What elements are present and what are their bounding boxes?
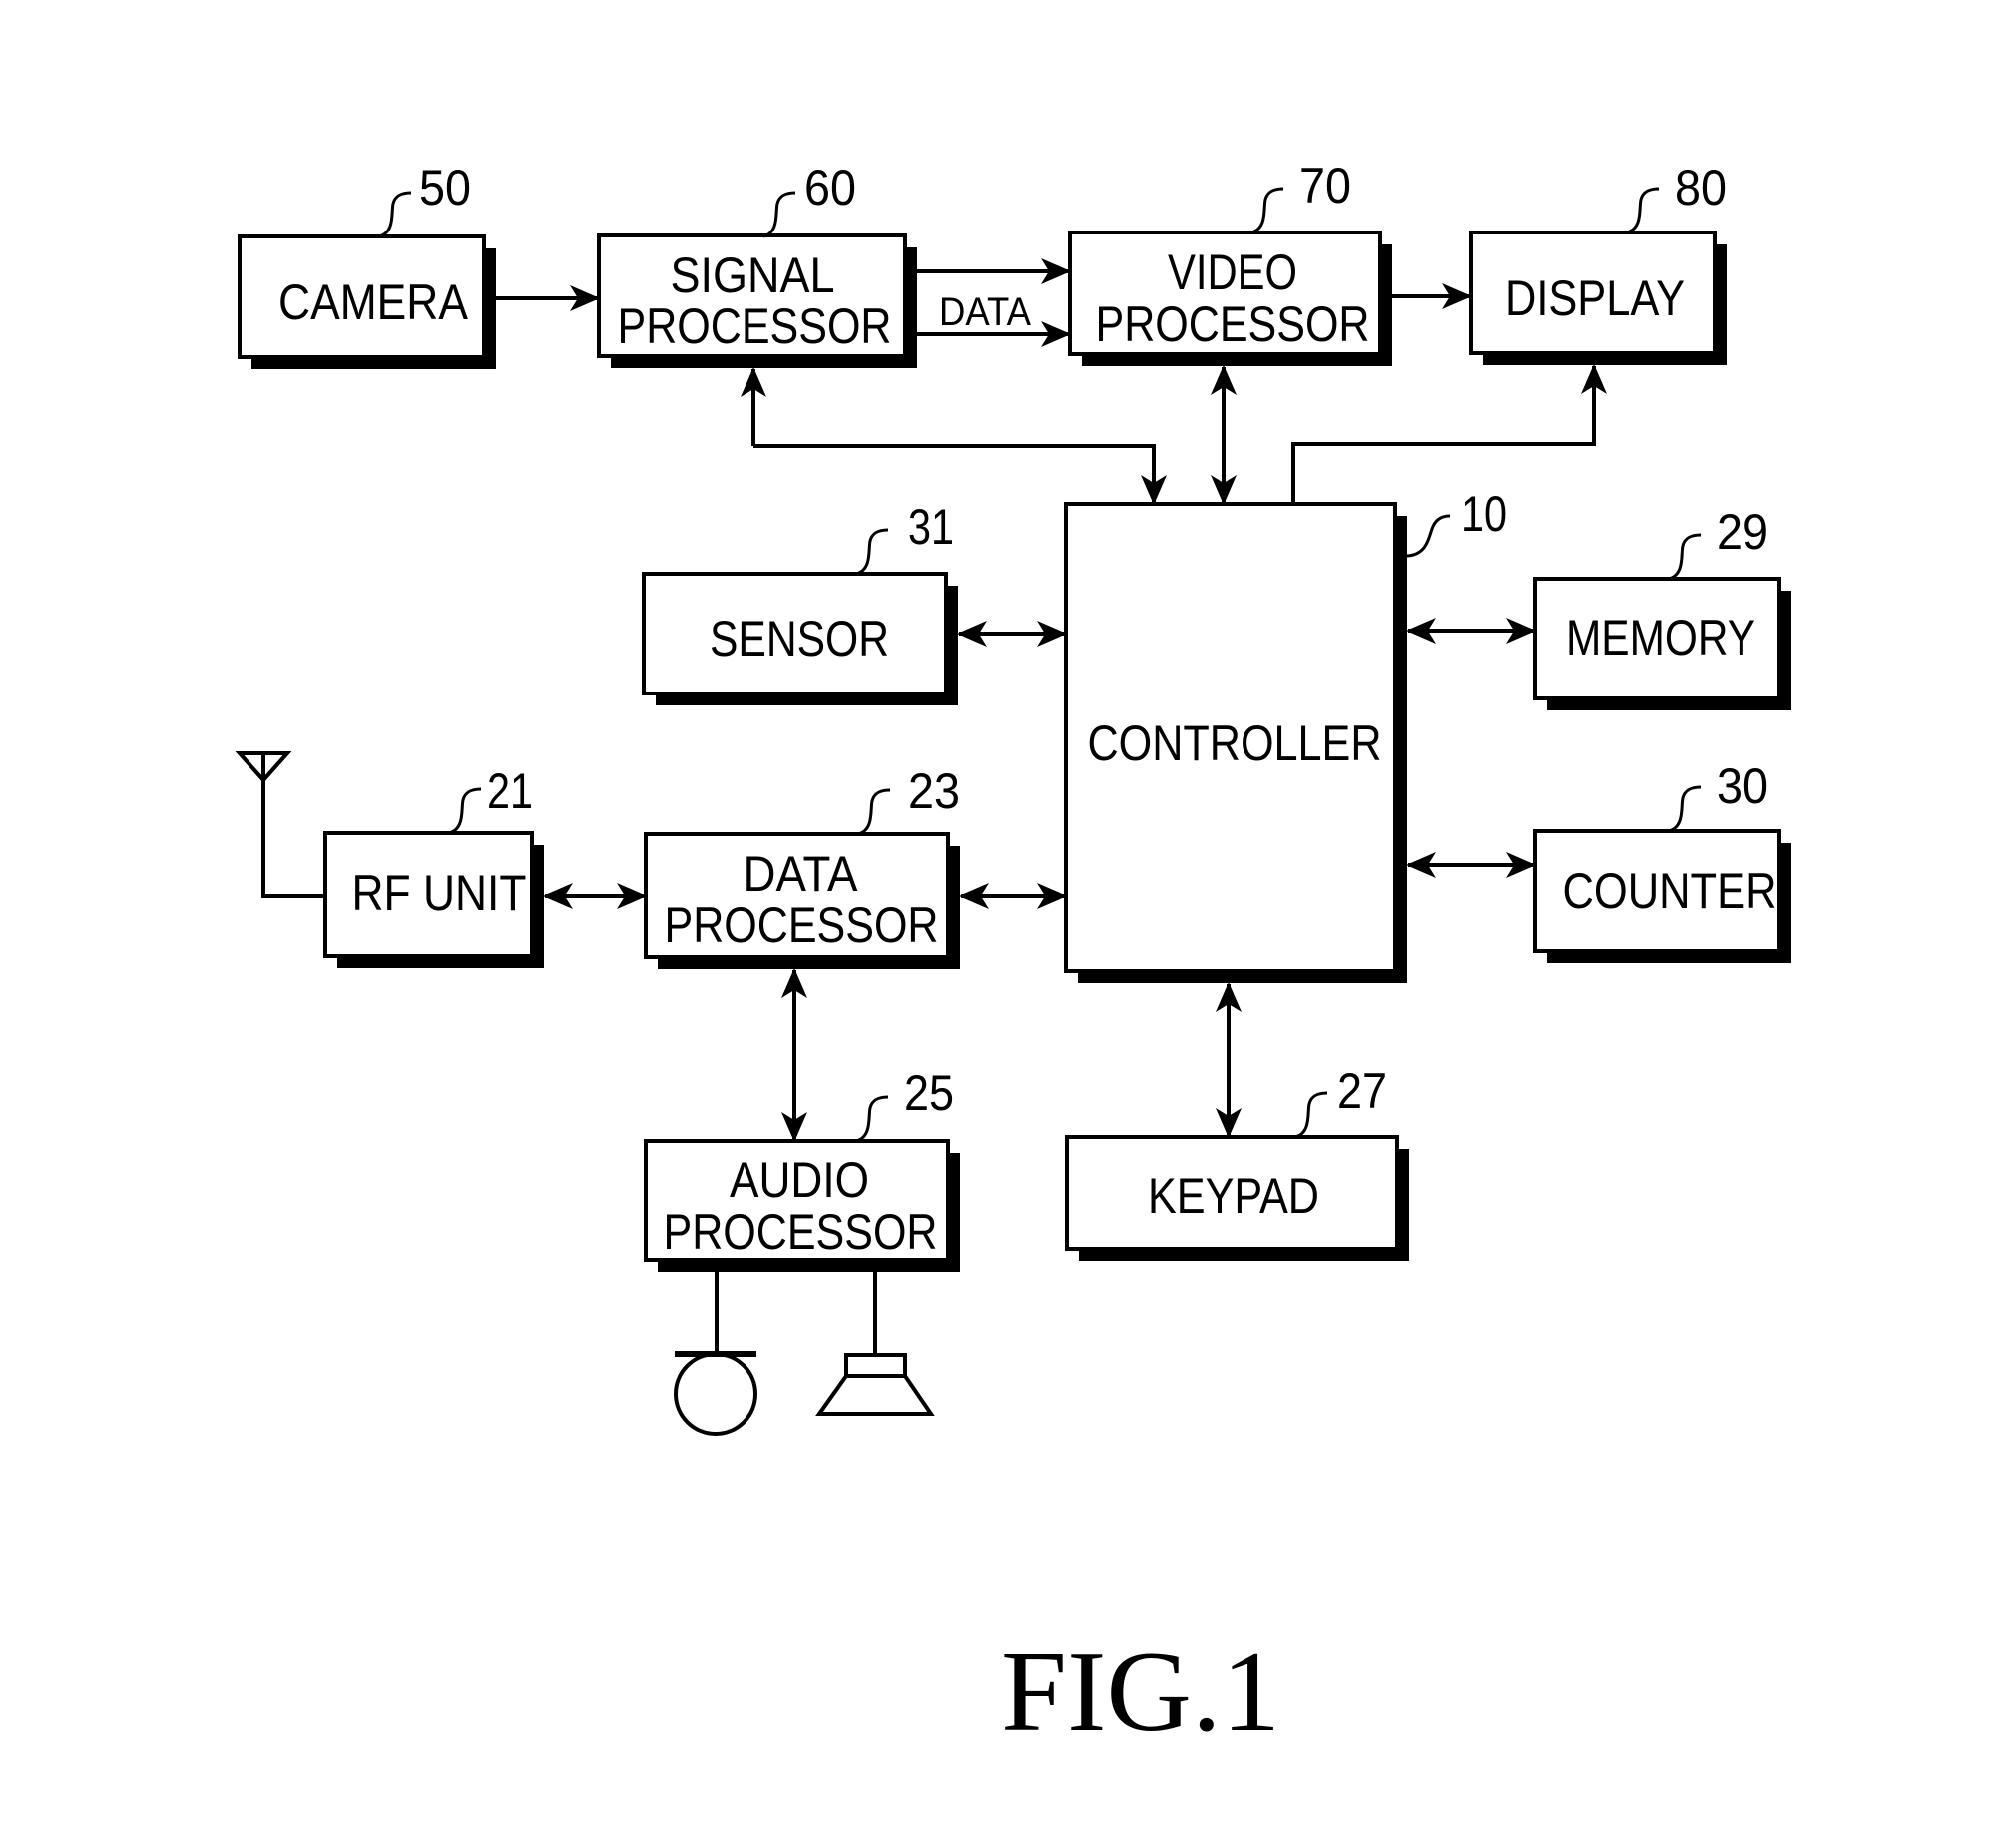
ref-number-31: 31 (908, 499, 954, 555)
camera-label: CAMERA (278, 274, 469, 330)
ref-number-21: 21 (487, 763, 533, 819)
ref-leader-10 (1406, 514, 1451, 558)
data-processor-label-line2: PROCESSOR (665, 897, 939, 953)
controller-label: CONTROLLER (1088, 715, 1382, 771)
ref-leader-27 (1294, 1091, 1328, 1139)
sensor-block: SENSOR (642, 572, 958, 705)
rf-unit-block: RF UNIT (323, 831, 544, 968)
memory-label: MEMORY (1566, 610, 1755, 666)
ref-leader-21 (448, 787, 482, 835)
ref-number-80: 80 (1675, 160, 1727, 216)
audio-processor-label-line2: PROCESSOR (664, 1204, 938, 1260)
ref-number-27: 27 (1337, 1063, 1387, 1119)
ref-leader-30 (1668, 785, 1702, 833)
video-processor-block: VIDEO PROCESSOR (1068, 231, 1392, 366)
signal-processor-label-line1: SIGNAL (671, 247, 835, 303)
ref-number-23: 23 (908, 763, 960, 819)
counter-label: COUNTER (1563, 863, 1777, 919)
ref-number-50: 50 (419, 160, 471, 216)
sensor-label: SENSOR (710, 611, 889, 667)
display-label: DISPLAY (1505, 270, 1685, 326)
counter-block: COUNTER (1533, 829, 1791, 963)
video-processor-label-line2: PROCESSOR (1096, 296, 1370, 352)
data-processor-block: DATA PROCESSOR (644, 832, 960, 969)
memory-block: MEMORY (1533, 577, 1791, 710)
block-diagram: CAMERA SIGNAL PROCESSOR VIDEO PROCESSOR … (235, 158, 1791, 1756)
keypad-label: KEYPAD (1148, 1168, 1319, 1224)
ref-number-60: 60 (804, 160, 856, 216)
ref-number-10: 10 (1461, 486, 1507, 542)
ref-number-29: 29 (1717, 504, 1768, 560)
figure-caption: FIG.1 (1001, 1628, 1280, 1756)
display-block: DISPLAY (1469, 231, 1727, 365)
speaker-icon (815, 1272, 935, 1416)
ref-leader-60 (762, 191, 796, 238)
loop-signal-controller (753, 444, 1156, 469)
video-processor-label-line1: VIDEO (1168, 244, 1297, 300)
antenna-icon (235, 751, 325, 898)
microphone-icon (674, 1272, 757, 1436)
ref-leader-25 (855, 1095, 889, 1143)
ref-number-25: 25 (904, 1065, 954, 1121)
ref-leader-29 (1668, 533, 1702, 581)
ref-leader-31 (855, 528, 889, 576)
ref-number-70: 70 (1299, 158, 1351, 214)
signal-processor-label-line2: PROCESSOR (618, 298, 892, 354)
keypad-block: KEYPAD (1065, 1135, 1409, 1261)
ref-number-30: 30 (1717, 758, 1768, 814)
signal-processor-block: SIGNAL PROCESSOR (597, 233, 917, 368)
audio-processor-block: AUDIO PROCESSOR (644, 1139, 960, 1272)
audio-processor-label-line1: AUDIO (730, 1153, 869, 1208)
controller-block: CONTROLLER (1064, 502, 1407, 983)
ref-leader-70 (1250, 187, 1284, 234)
ref-leader-23 (857, 788, 891, 836)
camera-block: CAMERA (238, 234, 496, 369)
line-controller-to-display (1291, 419, 1596, 504)
data-bus-label: DATA (939, 290, 1031, 334)
rf-unit-label: RF UNIT (352, 865, 527, 921)
ref-leader-50 (378, 191, 412, 238)
ref-leader-80 (1626, 187, 1660, 234)
data-processor-label-line1: DATA (744, 846, 859, 902)
